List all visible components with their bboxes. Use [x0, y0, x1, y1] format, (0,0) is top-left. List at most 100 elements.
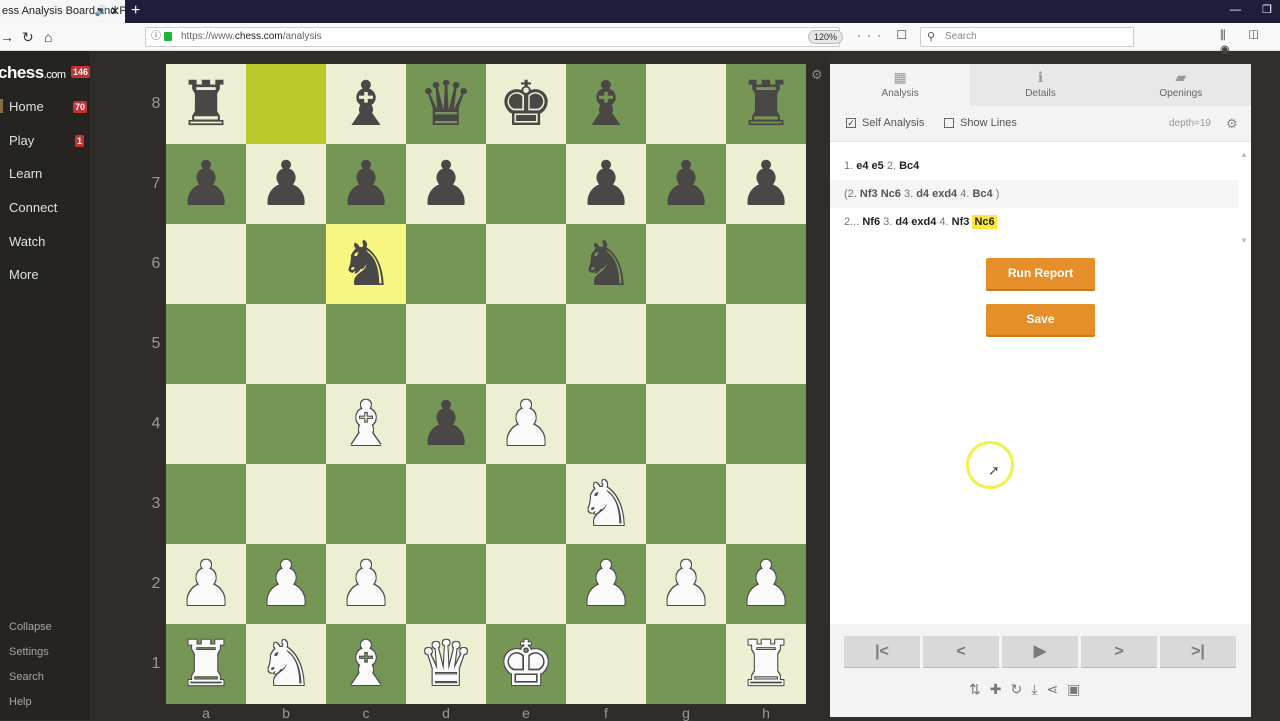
white-pawn-icon[interactable]: ♟: [738, 553, 794, 615]
white-pawn-icon[interactable]: ♟: [578, 553, 634, 615]
square-g8[interactable]: [646, 64, 726, 144]
black-pawn-icon[interactable]: ♟: [658, 153, 714, 215]
save-button[interactable]: Save: [986, 304, 1095, 337]
square-e2[interactable]: [486, 544, 566, 624]
new-tab-button[interactable]: +: [131, 0, 140, 22]
square-g4[interactable]: [646, 384, 726, 464]
square-e4[interactable]: ♟: [486, 384, 566, 464]
square-f4[interactable]: [566, 384, 646, 464]
move[interactable]: d4: [916, 188, 929, 200]
white-knight-icon[interactable]: ♞: [578, 473, 634, 535]
square-e6[interactable]: [486, 224, 566, 304]
black-king-icon[interactable]: ♚: [498, 73, 554, 135]
square-e5[interactable]: [486, 304, 566, 384]
square-b8[interactable]: [246, 64, 326, 144]
flip-board-icon[interactable]: ⇅: [969, 681, 981, 698]
square-a5[interactable]: [166, 304, 246, 384]
self-analysis-checkbox[interactable]: ✓ Self Analysis: [846, 117, 924, 129]
white-king-icon[interactable]: ♚: [498, 633, 554, 695]
minimize-button[interactable]: —: [1230, 0, 1241, 20]
first-move-button[interactable]: |<: [844, 636, 920, 668]
show-lines-checkbox[interactable]: Show Lines: [944, 117, 1017, 129]
square-b7[interactable]: ♟: [246, 144, 326, 224]
add-icon[interactable]: ✚: [990, 681, 1002, 698]
square-c1[interactable]: ♝: [326, 624, 406, 704]
scroll-up-icon[interactable]: ▲: [1240, 150, 1248, 159]
close-tab-icon[interactable]: ✕: [110, 0, 120, 23]
square-a1[interactable]: ♜: [166, 624, 246, 704]
black-pawn-icon[interactable]: ♟: [578, 153, 634, 215]
square-c3[interactable]: [326, 464, 406, 544]
board-settings-gear-icon[interactable]: ⚙: [811, 67, 823, 83]
black-rook-icon[interactable]: ♜: [178, 73, 234, 135]
restore-button[interactable]: ❐: [1262, 0, 1272, 20]
white-rook-icon[interactable]: ♜: [178, 633, 234, 695]
black-knight-icon[interactable]: ♞: [578, 233, 634, 295]
move[interactable]: Nf3: [952, 216, 970, 228]
square-h5[interactable]: [726, 304, 806, 384]
sidebar-item-learn[interactable]: Learn: [9, 166, 42, 181]
move[interactable]: Nf3: [860, 188, 878, 200]
square-c5[interactable]: [326, 304, 406, 384]
square-d8[interactable]: ♛: [406, 64, 486, 144]
square-h4[interactable]: [726, 384, 806, 464]
sidebar-item-watch[interactable]: Watch: [9, 234, 45, 249]
black-pawn-icon[interactable]: ♟: [738, 153, 794, 215]
square-b3[interactable]: [246, 464, 326, 544]
white-pawn-icon[interactable]: ♟: [178, 553, 234, 615]
move[interactable]: exd4: [911, 216, 936, 228]
square-b6[interactable]: [246, 224, 326, 304]
last-move-button[interactable]: >|: [1160, 636, 1236, 668]
square-g7[interactable]: ♟: [646, 144, 726, 224]
black-pawn-icon[interactable]: ♟: [338, 153, 394, 215]
move[interactable]: Nf6: [862, 216, 880, 228]
square-b1[interactable]: ♞: [246, 624, 326, 704]
sidebar-search[interactable]: Search: [9, 671, 44, 683]
square-e7[interactable]: [486, 144, 566, 224]
square-h3[interactable]: [726, 464, 806, 544]
share-icon[interactable]: ⋖: [1046, 681, 1058, 698]
scroll-down-icon[interactable]: ▼: [1240, 236, 1248, 245]
square-h8[interactable]: ♜: [726, 64, 806, 144]
run-report-button[interactable]: Run Report: [986, 258, 1095, 291]
square-d3[interactable]: [406, 464, 486, 544]
url-bar[interactable]: ⓘ https://www.chess.com/analysis: [145, 27, 840, 47]
vs-computer-icon[interactable]: ▣: [1067, 681, 1080, 698]
forward-icon[interactable]: →: [0, 27, 14, 47]
white-pawn-icon[interactable]: ♟: [258, 553, 314, 615]
square-d4[interactable]: ♟: [406, 384, 486, 464]
square-b2[interactable]: ♟: [246, 544, 326, 624]
move[interactable]: Bc4: [899, 160, 919, 172]
white-pawn-icon[interactable]: ♟: [658, 553, 714, 615]
square-g2[interactable]: ♟: [646, 544, 726, 624]
square-c8[interactable]: ♝: [326, 64, 406, 144]
sidebar-settings[interactable]: Settings: [9, 646, 49, 658]
chess-logo[interactable]: chess.com: [0, 63, 66, 83]
tab-analysis[interactable]: ▦ Analysis: [830, 64, 971, 106]
square-d5[interactable]: [406, 304, 486, 384]
black-knight-icon[interactable]: ♞: [338, 233, 394, 295]
tab-openings[interactable]: ▰ Openings: [1111, 64, 1251, 106]
browser-tools[interactable]: ⫼ ◫ ◉: [1220, 28, 1280, 58]
square-e3[interactable]: [486, 464, 566, 544]
square-a2[interactable]: ♟: [166, 544, 246, 624]
black-pawn-icon[interactable]: ♟: [418, 393, 474, 455]
move[interactable]: e4: [856, 160, 868, 172]
zoom-level[interactable]: 120%: [808, 30, 844, 44]
black-queen-icon[interactable]: ♛: [418, 73, 474, 135]
square-d2[interactable]: [406, 544, 486, 624]
square-f7[interactable]: ♟: [566, 144, 646, 224]
square-b5[interactable]: [246, 304, 326, 384]
current-move[interactable]: Nc6: [972, 215, 997, 229]
move[interactable]: d4: [895, 216, 908, 228]
square-f2[interactable]: ♟: [566, 544, 646, 624]
black-rook-icon[interactable]: ♜: [738, 73, 794, 135]
square-f3[interactable]: ♞: [566, 464, 646, 544]
move[interactable]: e5: [872, 160, 884, 172]
info-icon[interactable]: ⓘ: [151, 28, 161, 46]
square-c7[interactable]: ♟: [326, 144, 406, 224]
white-knight-icon[interactable]: ♞: [258, 633, 314, 695]
square-f5[interactable]: [566, 304, 646, 384]
white-bishop-icon[interactable]: ♝: [338, 393, 394, 455]
white-bishop-icon[interactable]: ♝: [338, 633, 394, 695]
